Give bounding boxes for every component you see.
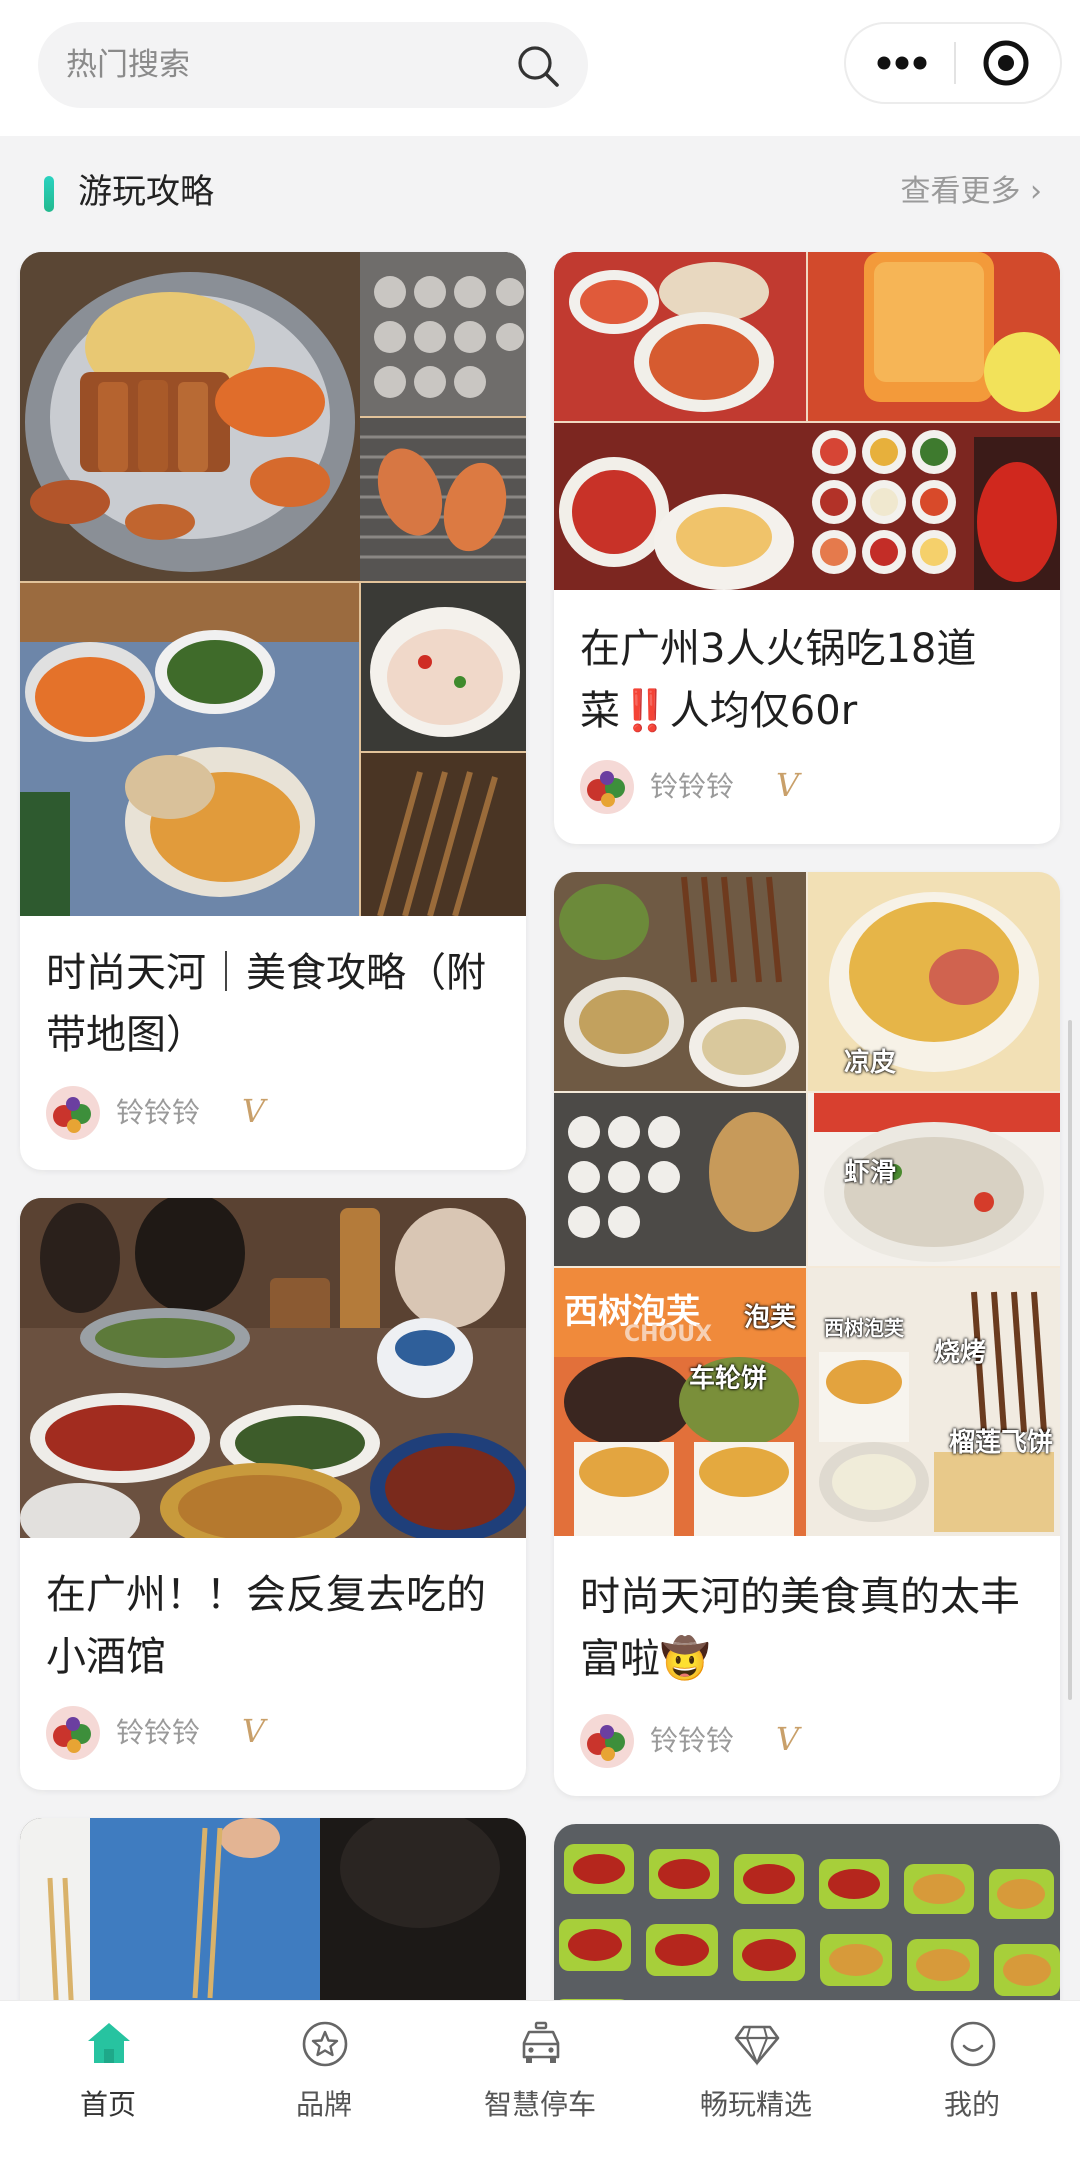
bottom-tab-bar: 首页 品牌 智慧停车 畅玩精选 我的 (0, 2000, 1080, 2164)
avatar (46, 1706, 100, 1760)
image-label-paofu: 泡芙 (744, 1303, 797, 1333)
card-title[interactable]: 在广州！！会反复去吃的小酒馆 (46, 1564, 502, 1688)
search-bar[interactable]: 热门搜索 (38, 22, 588, 108)
see-more-link[interactable]: 查看更多 › (900, 172, 1042, 212)
image-label-liulianfeibing: 榴莲飞饼 (949, 1428, 1054, 1458)
close-target-icon[interactable] (956, 24, 1062, 102)
image-label-liangpi: 凉皮 (844, 1048, 897, 1078)
top-header: 热门搜索 (0, 0, 1080, 136)
tab-mine[interactable]: 我的 (864, 2019, 1080, 2149)
section-accent-bar (44, 176, 54, 212)
author-name: 铃铃铃 (116, 1716, 201, 1749)
tab-featured[interactable]: 畅玩精选 (648, 2019, 864, 2149)
card-image (20, 1198, 526, 1538)
home-icon (88, 2023, 130, 2063)
card-image (554, 252, 1060, 590)
search-placeholder[interactable]: 热门搜索 (66, 47, 190, 83)
brand-logo-subtext: CHOUX (624, 1322, 713, 1347)
image-label-chelunbing: 车轮饼 (689, 1364, 768, 1394)
card-image: 西树泡芙 CHOUX 凉皮 虾滑 西树泡芙 泡芙 车轮饼 烧烤 榴莲飞饼 (554, 872, 1060, 1536)
tab-label: 品牌 (295, 2088, 352, 2121)
tab-label: 智慧停车 (483, 2088, 596, 2121)
tab-label: 我的 (943, 2088, 1000, 2121)
more-dots-icon[interactable] (846, 24, 954, 102)
author-name: 铃铃铃 (650, 770, 735, 803)
tab-smart-parking[interactable]: 智慧停车 (432, 2019, 648, 2149)
brand-star-icon (302, 2021, 348, 2067)
card-title[interactable]: 时尚天河的美食真的太丰富啦🤠 (580, 1566, 1036, 1690)
tab-label: 首页 (79, 2088, 136, 2121)
section-header: 游玩攻略 查看更多 › (0, 160, 1080, 224)
guide-card[interactable]: 在广州3人火锅吃18道菜‼️人均仅60r 铃铃铃 V (554, 252, 1060, 844)
tab-label: 畅玩精选 (699, 2088, 812, 2121)
smile-icon (950, 2021, 996, 2067)
image-label-brand-small: 西树泡芙 (824, 1316, 904, 1340)
guide-card[interactable]: 西树泡芙 CHOUX 凉皮 虾滑 西树泡芙 泡芙 车轮饼 烧烤 榴莲飞饼 时尚天… (554, 872, 1060, 1796)
avatar (580, 760, 634, 814)
verified-badge: V (242, 1092, 266, 1130)
card-image (20, 252, 526, 916)
mini-program-capsule (844, 22, 1062, 104)
scrollbar[interactable] (1068, 1020, 1072, 1700)
guide-card[interactable]: 在广州！！会反复去吃的小酒馆 铃铃铃 V (20, 1198, 526, 1790)
tab-brand[interactable]: 品牌 (216, 2019, 432, 2149)
avatar (580, 1714, 634, 1768)
guide-card[interactable]: 时尚天河｜美食攻略（附带地图） 铃铃铃 V (20, 252, 526, 1170)
image-label-shaokao: 烧烤 (934, 1338, 987, 1368)
card-title[interactable]: 时尚天河｜美食攻略（附带地图） (46, 942, 502, 1066)
image-label-xiahua: 虾滑 (844, 1158, 897, 1188)
author-name: 铃铃铃 (650, 1724, 735, 1757)
avatar (46, 1086, 100, 1140)
tab-home[interactable]: 首页 (0, 2019, 216, 2149)
verified-badge: V (776, 1720, 800, 1758)
verified-badge: V (242, 1712, 266, 1750)
diamond-icon (734, 2025, 780, 2066)
verified-badge: V (776, 766, 800, 804)
parking-car-icon (522, 2021, 560, 2063)
section-title: 游玩攻略 (78, 172, 214, 212)
app-page: 热门搜索 游玩攻略 查看更多 › 时尚天河｜美食攻略（附带地图） 铃铃铃 V 在… (0, 0, 1080, 2164)
author-name: 铃铃铃 (116, 1096, 201, 1129)
card-title[interactable]: 在广州3人火锅吃18道菜‼️人均仅60r (580, 618, 1036, 742)
search-icon[interactable] (514, 42, 562, 90)
